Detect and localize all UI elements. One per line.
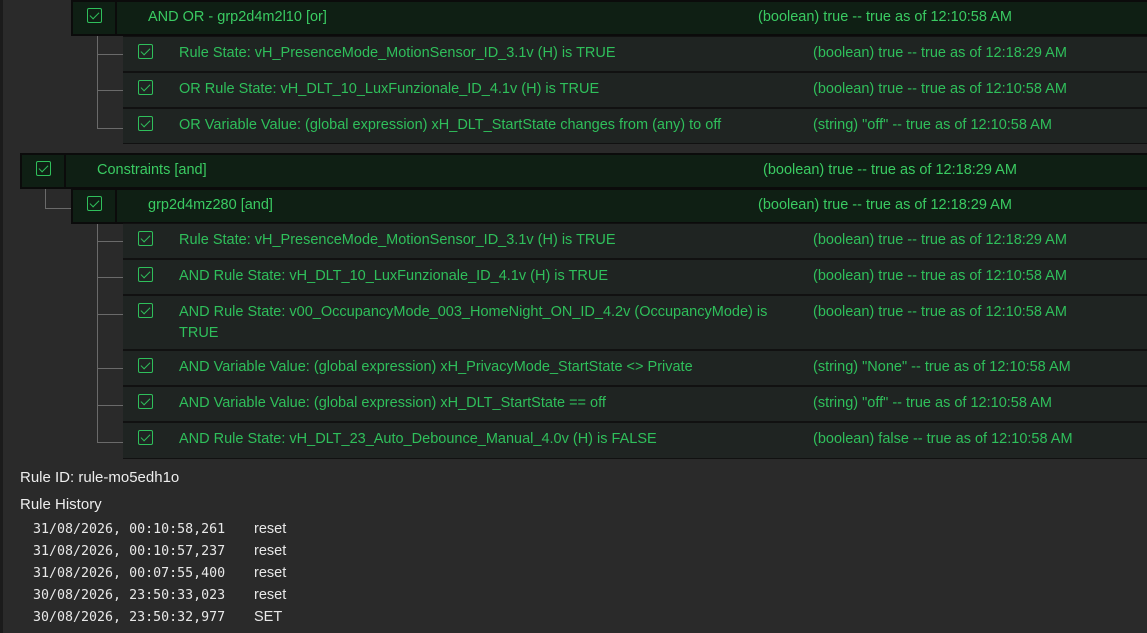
checkbox-icon[interactable] — [35, 161, 51, 176]
condition-value: (boolean) true -- true as of 12:10:58 AM — [813, 304, 1067, 320]
condition-value: (boolean) true -- true as of 12:10:58 AM — [813, 81, 1067, 97]
history-event: reset — [254, 521, 287, 537]
checkbox-icon[interactable] — [86, 8, 102, 23]
condition-label: AND Rule State: vH_DLT_10_LuxFunzionale_… — [179, 268, 609, 284]
checkbox-icon[interactable] — [137, 116, 153, 131]
and-group-label: grp2d4mz280 [and] — [148, 197, 273, 213]
or-group-row[interactable]: AND OR - grp2d4m2l10 [or] (boolean) true… — [71, 0, 1147, 36]
history-row: 31/08/2026, 00:07:55,400 reset — [33, 562, 286, 584]
or-group-checkbox-cell — [73, 2, 117, 34]
condition-checkbox-cell — [123, 296, 167, 318]
condition-value: (string) "None" -- true as of 12:10:58 A… — [813, 359, 1071, 375]
condition-row[interactable]: AND Rule State: vH_DLT_10_LuxFunzionale_… — [123, 259, 1147, 295]
and-group-checkbox-cell — [73, 190, 117, 222]
checkbox-icon[interactable] — [137, 358, 153, 373]
history-event: reset — [254, 543, 287, 559]
and-group-value: (boolean) true -- true as of 12:18:29 AM — [758, 197, 1012, 213]
history-event: reset — [254, 587, 287, 603]
constraints-label: Constraints [and] — [97, 162, 207, 178]
condition-row[interactable]: Rule State: vH_PresenceMode_MotionSensor… — [123, 36, 1147, 72]
and-group-row[interactable]: grp2d4mz280 [and] (boolean) true -- true… — [71, 188, 1147, 224]
history-row: 31/08/2026, 00:10:58,261 reset — [33, 518, 286, 540]
condition-checkbox-cell — [123, 351, 167, 373]
condition-value: (boolean) true -- true as of 12:18:29 AM — [813, 232, 1067, 248]
condition-row[interactable]: AND Rule State: vH_DLT_23_Auto_Debounce_… — [123, 422, 1147, 459]
condition-value: (string) "off" -- true as of 12:10:58 AM — [813, 117, 1052, 133]
constraints-row[interactable]: Constraints [and] (boolean) true -- true… — [20, 153, 1147, 189]
condition-row[interactable]: AND Variable Value: (global expression) … — [123, 386, 1147, 422]
checkbox-icon[interactable] — [137, 44, 153, 59]
condition-checkbox-cell — [123, 224, 167, 246]
condition-row[interactable]: OR Variable Value: (global expression) x… — [123, 108, 1147, 144]
condition-row[interactable]: AND Variable Value: (global expression) … — [123, 350, 1147, 386]
condition-row[interactable]: AND Rule State: v00_OccupancyMode_003_Ho… — [123, 295, 1147, 350]
condition-label: Rule State: vH_PresenceMode_MotionSensor… — [179, 45, 616, 61]
checkbox-icon[interactable] — [137, 80, 153, 95]
history-event: SET — [254, 609, 283, 625]
condition-value: (boolean) false -- true as of 12:10:58 A… — [813, 431, 1073, 447]
checkbox-icon[interactable] — [86, 196, 102, 211]
tree-line — [97, 36, 124, 129]
rule-id: Rule ID: rule-mo5edh1o — [20, 469, 180, 486]
condition-checkbox-cell — [123, 37, 167, 59]
tree-line — [45, 187, 73, 209]
condition-row[interactable]: Rule State: vH_PresenceMode_MotionSensor… — [123, 223, 1147, 259]
checkbox-icon[interactable] — [137, 231, 153, 246]
constraints-value: (boolean) true -- true as of 12:18:29 AM — [763, 162, 1017, 178]
condition-label: Rule State: vH_PresenceMode_MotionSensor… — [179, 232, 616, 248]
condition-label: AND Variable Value: (global expression) … — [179, 359, 693, 375]
condition-value: (boolean) true -- true as of 12:18:29 AM — [813, 45, 1067, 61]
condition-label: OR Variable Value: (global expression) x… — [179, 117, 722, 133]
history-row: 30/08/2026, 23:50:32,977 SET — [33, 606, 286, 628]
or-group-label: AND OR - grp2d4m2l10 [or] — [148, 9, 327, 25]
condition-row[interactable]: OR Rule State: vH_DLT_10_LuxFunzionale_I… — [123, 72, 1147, 108]
history-event: reset — [254, 565, 287, 581]
left-border — [0, 0, 3, 633]
condition-value: (string) "off" -- true as of 12:10:58 AM — [813, 395, 1052, 411]
rule-history-list: 31/08/2026, 00:10:58,261 reset 31/08/202… — [33, 518, 286, 628]
checkbox-icon[interactable] — [137, 394, 153, 409]
condition-label: OR Rule State: vH_DLT_10_LuxFunzionale_I… — [179, 81, 600, 97]
condition-checkbox-cell — [123, 73, 167, 95]
history-timestamp: 30/08/2026, 23:50:33,023 — [33, 587, 226, 603]
history-timestamp: 31/08/2026, 00:07:55,400 — [33, 565, 226, 581]
checkbox-icon[interactable] — [137, 267, 153, 282]
rule-history-title: Rule History — [20, 496, 102, 513]
condition-label: AND Rule State: v00_OccupancyMode_003_Ho… — [179, 304, 768, 341]
checkbox-icon[interactable] — [137, 303, 153, 318]
history-timestamp: 31/08/2026, 00:10:57,237 — [33, 543, 226, 559]
history-timestamp: 30/08/2026, 23:50:32,977 — [33, 609, 226, 625]
tree-line — [97, 222, 124, 443]
condition-label: AND Variable Value: (global expression) … — [179, 395, 606, 411]
constraints-checkbox-cell — [22, 155, 66, 187]
condition-value: (boolean) true -- true as of 12:10:58 AM — [813, 268, 1067, 284]
or-group-value: (boolean) true -- true as of 12:10:58 AM — [758, 9, 1012, 25]
history-row: 30/08/2026, 23:50:33,023 reset — [33, 584, 286, 606]
checkbox-icon[interactable] — [137, 430, 153, 445]
condition-checkbox-cell — [123, 109, 167, 131]
condition-checkbox-cell — [123, 387, 167, 409]
history-row: 31/08/2026, 00:10:57,237 reset — [33, 540, 286, 562]
condition-checkbox-cell — [123, 423, 167, 445]
condition-checkbox-cell — [123, 260, 167, 282]
condition-label: AND Rule State: vH_DLT_23_Auto_Debounce_… — [179, 431, 657, 447]
history-timestamp: 31/08/2026, 00:10:58,261 — [33, 521, 226, 537]
